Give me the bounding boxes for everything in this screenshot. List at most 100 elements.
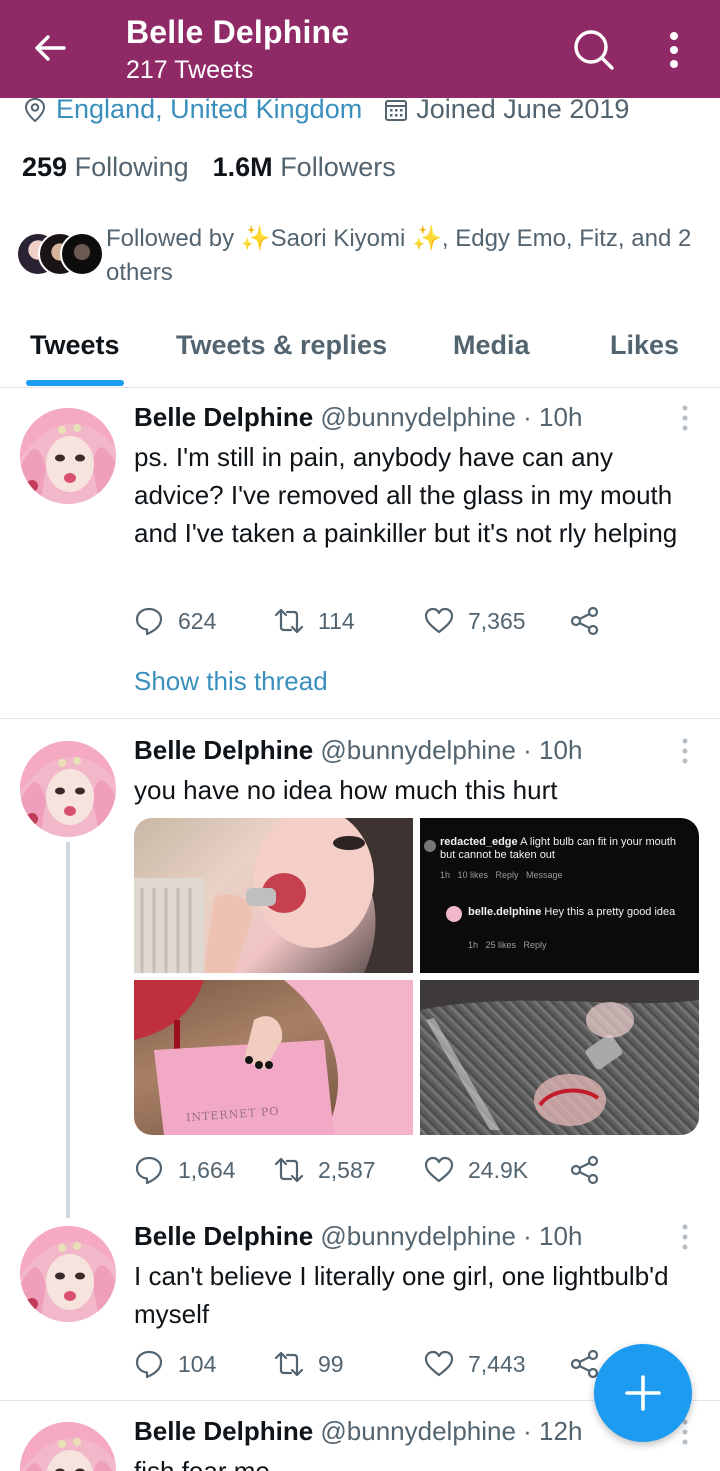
followed-by-text: Followed by ✨Saori Kiyomi ✨, Edgy Emo, F… <box>106 225 692 286</box>
retweet-icon <box>274 1157 304 1183</box>
like-button[interactable]: 7,365 <box>424 606 526 636</box>
tweet-handle-time[interactable]: @bunnydelphine · 10h <box>320 735 582 765</box>
dm-username: redacted_edge <box>440 836 518 848</box>
location-pin-icon <box>24 97 46 122</box>
profile-meta: England, United Kingdom Joined June 2019 <box>22 94 629 125</box>
profile-tabs: Tweets Tweets & replies Media Likes <box>0 318 720 388</box>
reply-icon <box>135 1350 163 1379</box>
tweet-author-name[interactable]: Belle Delphine <box>134 735 313 765</box>
reply-button[interactable]: 1,664 <box>134 1155 236 1185</box>
thread-connector <box>66 842 70 1218</box>
media-photo[interactable]: INTERNET PO <box>134 980 413 1135</box>
header-title: Belle Delphine <box>126 14 350 50</box>
tweet-author-name[interactable]: Belle Delphine <box>134 402 313 432</box>
share-icon <box>570 606 599 636</box>
tweet-text: I can't believe I literally one girl, on… <box>134 1261 669 1329</box>
followed-by-avatars <box>16 232 104 282</box>
tweet-actions: 104 99 7,443 <box>134 1349 604 1385</box>
following-label: Following <box>74 152 189 182</box>
tweet-more-icon[interactable] <box>680 737 690 765</box>
avatar <box>60 232 104 276</box>
followers-label: Followers <box>280 152 396 182</box>
retweet-button[interactable]: 2,587 <box>274 1155 376 1185</box>
tweet-text: you have no idea how much this hurt <box>134 775 558 805</box>
tweet-header: Belle Delphine @bunnydelphine · 10h <box>134 1221 582 1252</box>
reply-icon <box>135 1156 163 1185</box>
tweet-text: fish fear me <box>134 1456 270 1471</box>
tweet-header: Belle Delphine @bunnydelphine · 10h <box>134 402 582 433</box>
tab-tweets[interactable]: Tweets <box>30 330 120 361</box>
share-button[interactable] <box>570 606 614 636</box>
media-photo[interactable] <box>420 980 699 1135</box>
search-icon[interactable] <box>570 26 616 72</box>
retweet-button[interactable]: 99 <box>274 1349 344 1379</box>
tweet-actions: 1,664 2,587 24.9K <box>134 1155 604 1191</box>
tweet-more-icon[interactable] <box>680 404 690 432</box>
retweet-icon <box>274 1351 304 1377</box>
reply-icon <box>135 607 163 636</box>
reply-button[interactable]: 624 <box>134 606 216 636</box>
back-arrow-icon[interactable] <box>28 26 72 70</box>
tweet-handle-time[interactable]: @bunnydelphine · 10h <box>320 1221 582 1251</box>
tweet-avatar[interactable] <box>20 741 116 837</box>
followers-link[interactable]: 1.6M Followers <box>213 152 396 182</box>
reply-count: 1,664 <box>178 1156 236 1183</box>
tweet-avatar[interactable] <box>20 408 116 504</box>
show-thread-link[interactable]: Show this thread <box>134 666 328 697</box>
compose-tweet-button[interactable] <box>594 1344 692 1442</box>
tweet-author-name[interactable]: Belle Delphine <box>134 1416 313 1446</box>
followers-count: 1.6M <box>212 152 273 182</box>
tab-likes[interactable]: Likes <box>610 330 679 361</box>
media-photo[interactable] <box>134 818 413 973</box>
heart-icon <box>424 1350 454 1377</box>
tab-media[interactable]: Media <box>453 330 530 361</box>
share-button[interactable] <box>570 1155 614 1185</box>
like-button[interactable]: 24.9K <box>424 1155 528 1185</box>
tweet-handle-time[interactable]: @bunnydelphine · 10h <box>320 402 582 432</box>
reply-count: 104 <box>178 1350 217 1377</box>
profile-joined-date: Joined June 2019 <box>416 94 630 124</box>
avatar <box>424 840 436 852</box>
dm-meta: 1h 10 likes Reply Message <box>440 870 563 880</box>
like-count: 24.9K <box>468 1156 529 1183</box>
reply-button[interactable]: 104 <box>134 1349 216 1379</box>
heart-icon <box>424 1156 454 1183</box>
following-link[interactable]: 259 Following <box>22 152 189 182</box>
share-icon <box>570 1349 599 1379</box>
reply-count: 624 <box>178 607 217 634</box>
dm-meta: 1h 25 likes Reply <box>468 940 547 950</box>
avatar <box>446 906 462 922</box>
heart-icon <box>424 607 454 634</box>
divider <box>0 718 720 719</box>
tab-tweets-and-replies[interactable]: Tweets & replies <box>176 330 387 361</box>
header-tweet-count: 217 Tweets <box>126 56 254 84</box>
follow-counts: 259 Following 1.6M Followers <box>22 152 396 183</box>
followed-by[interactable]: Followed by ✨Saori Kiyomi ✨, Edgy Emo, F… <box>16 222 706 292</box>
tweet-more-icon[interactable] <box>680 1223 690 1251</box>
retweet-count: 2,587 <box>318 1156 376 1183</box>
tweet-media-grid: redacted_edge A light bulb can fit in yo… <box>134 818 699 1135</box>
retweet-count: 114 <box>318 607 355 634</box>
tweet-header: Belle Delphine @bunnydelphine · 12h <box>134 1416 582 1447</box>
tweet-text: ps. I'm still in pain, anybody have can … <box>134 442 678 548</box>
tweet-avatar[interactable] <box>20 1422 116 1471</box>
profile-location[interactable]: England, United Kingdom <box>56 94 362 125</box>
profile-header: Belle Delphine 217 Tweets <box>0 0 720 98</box>
like-button[interactable]: 7,443 <box>424 1349 526 1379</box>
more-vertical-icon[interactable] <box>660 28 688 72</box>
retweet-icon <box>274 608 304 634</box>
retweet-button[interactable]: 114 <box>274 606 355 636</box>
dm-username: belle.delphine <box>468 906 542 918</box>
tweet-author-name[interactable]: Belle Delphine <box>134 1221 313 1251</box>
plus-icon <box>625 1375 661 1411</box>
following-count: 259 <box>22 152 68 182</box>
like-count: 7,365 <box>468 607 526 634</box>
retweet-count: 99 <box>318 1350 344 1377</box>
calendar-icon <box>385 99 408 121</box>
tweet-handle-time[interactable]: @bunnydelphine · 12h <box>320 1416 582 1446</box>
tweet-actions: 624 114 7,365 <box>134 606 604 642</box>
media-dm-screenshot[interactable]: redacted_edge A light bulb can fit in yo… <box>420 818 699 973</box>
share-icon <box>570 1155 599 1185</box>
active-tab-indicator <box>26 380 124 386</box>
tweet-avatar[interactable] <box>20 1226 116 1322</box>
